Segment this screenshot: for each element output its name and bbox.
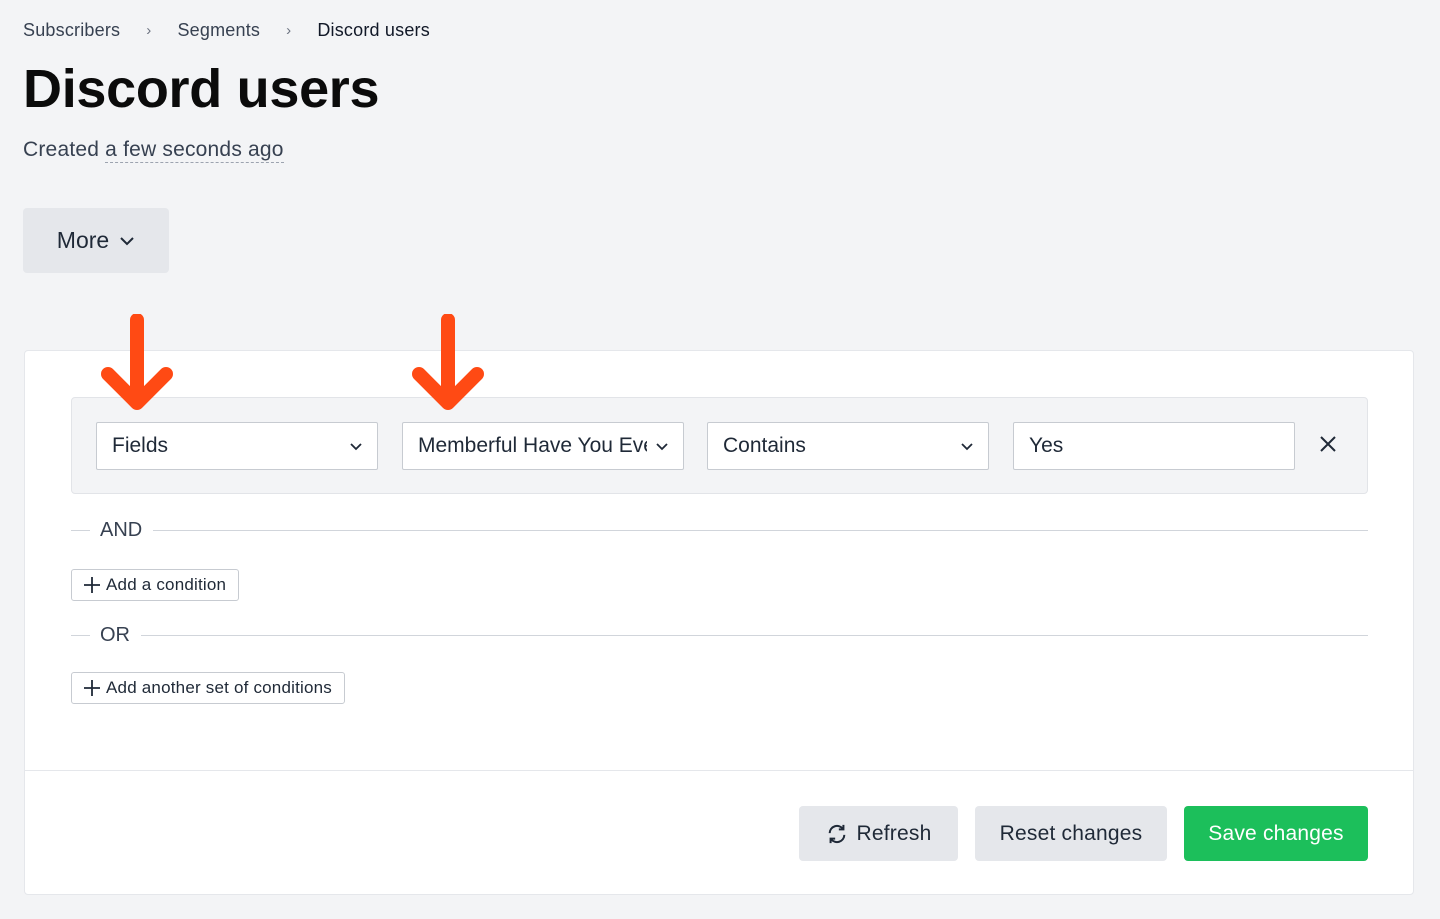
chevron-down-icon (120, 236, 134, 245)
operator-value: Contains (723, 434, 806, 457)
plus-icon (84, 680, 100, 696)
and-divider: AND (71, 519, 1368, 542)
more-button[interactable]: More (23, 208, 169, 273)
segment-conditions-card: Fields Memberful Have You Ever Contains … (24, 350, 1414, 895)
more-button-label: More (56, 227, 110, 253)
value-input[interactable]: Yes (1013, 422, 1295, 470)
save-changes-button[interactable]: Save changes (1184, 806, 1368, 861)
annotation-arrow-icon (412, 314, 484, 410)
refresh-label: Refresh (856, 821, 932, 845)
divider-line (141, 635, 1368, 636)
breadcrumb-current: Discord users (317, 20, 430, 40)
field-type-value: Fields (112, 434, 169, 457)
breadcrumb-separator: › (146, 22, 152, 39)
breadcrumb: Subscribers › Segments › Discord users (23, 20, 430, 41)
breadcrumb-segments[interactable]: Segments (177, 20, 260, 41)
or-label: OR (100, 624, 130, 646)
chevron-down-icon (350, 442, 362, 450)
breadcrumb-separator: › (286, 22, 292, 39)
refresh-button[interactable]: Refresh (799, 806, 958, 861)
divider-line (153, 530, 1368, 531)
page-title: Discord users (23, 59, 380, 119)
remove-condition-button[interactable] (1316, 432, 1340, 456)
add-condition-label: Add a condition (106, 575, 227, 594)
field-name-value: Memberful Have You Ever (418, 434, 647, 457)
created-prefix: Created (23, 138, 100, 161)
created-timestamp: Created a few seconds ago (23, 138, 284, 163)
divider-dash (71, 635, 90, 636)
divider-dash (71, 530, 90, 531)
breadcrumb-subscribers[interactable]: Subscribers (23, 20, 120, 41)
and-label: AND (100, 519, 143, 541)
add-condition-button[interactable]: Add a condition (71, 569, 240, 601)
created-ago: a few seconds ago (105, 138, 284, 163)
annotation-arrow-icon (101, 314, 173, 410)
card-footer-divider (25, 770, 1413, 771)
reset-changes-button[interactable]: Reset changes (975, 806, 1167, 861)
reset-changes-label: Reset changes (999, 821, 1143, 845)
condition-row: Fields Memberful Have You Ever Contains … (71, 397, 1368, 494)
save-changes-label: Save changes (1208, 821, 1344, 845)
or-divider: OR (71, 624, 1368, 647)
chevron-down-icon (656, 442, 668, 450)
plus-icon (84, 577, 100, 593)
field-name-select[interactable]: Memberful Have You Ever (402, 422, 684, 470)
operator-select[interactable]: Contains (707, 422, 989, 470)
add-condition-set-button[interactable]: Add another set of conditions (71, 672, 346, 704)
chevron-down-icon (961, 442, 973, 450)
field-type-select[interactable]: Fields (96, 422, 378, 470)
add-condition-set-label: Add another set of conditions (106, 678, 333, 697)
refresh-icon (828, 824, 845, 843)
value-input-text: Yes (1029, 434, 1064, 457)
close-icon (1320, 436, 1336, 452)
